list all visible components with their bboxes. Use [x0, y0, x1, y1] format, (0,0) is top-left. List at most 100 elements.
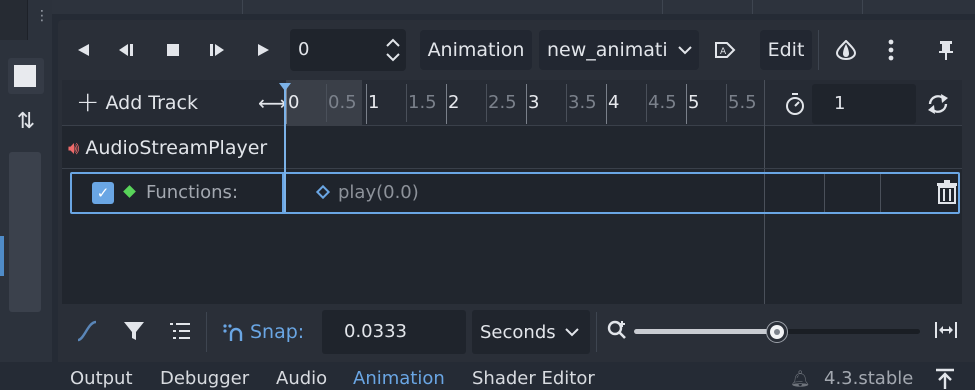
remove-track-icon[interactable] [936, 180, 958, 209]
pin-icon [939, 41, 953, 60]
expand-bottom-panel-icon[interactable] [934, 367, 956, 390]
toolbar-divider [596, 312, 597, 352]
spinner-arrows-icon [386, 38, 400, 62]
chevron-down-icon [564, 328, 579, 337]
track-enabled-checkbox[interactable]: ✓ [92, 182, 114, 204]
top-panel-strip [52, 0, 975, 14]
ruler-tick-line [526, 84, 527, 124]
animation-menu-button[interactable]: Animation [420, 30, 532, 70]
frame-spinner[interactable] [380, 29, 406, 71]
stop-icon [167, 44, 179, 56]
ruler-tick-label: 5.5 [728, 92, 757, 113]
snap-toggle[interactable]: Snap: [222, 314, 304, 350]
filter-icon[interactable] [122, 318, 146, 349]
ruler-tick-label: 2 [448, 92, 460, 113]
ruler-tick-line [566, 84, 567, 122]
ruler-tick-line [406, 84, 407, 122]
stop-button[interactable] [160, 30, 186, 70]
toolbar-divider [818, 30, 819, 70]
group-tracks-icon[interactable] [168, 318, 192, 349]
sort-icon[interactable]: ⇅ [8, 104, 44, 140]
more-options-button[interactable] [880, 30, 902, 70]
ruler-tick-line [606, 84, 607, 124]
top-strip-divider [662, 0, 663, 14]
kebab-menu-icon [888, 39, 894, 61]
ruler-tick-label: 1 [368, 92, 380, 113]
version-label: 4.3.stable [824, 368, 914, 389]
ruler-tick-label: 3.5 [568, 92, 597, 113]
ruler-tick-line [326, 84, 327, 122]
node-name: AudioStreamPlayer [85, 137, 268, 159]
play-backwards-from-end-button[interactable] [70, 30, 96, 70]
ruler-tick-line [486, 84, 487, 122]
add-track-button[interactable]: + Add Track [76, 80, 198, 126]
left-panel-edge-marker [0, 236, 4, 276]
ruler-tick-line [686, 84, 687, 124]
ruler-tick-label: 5 [688, 92, 700, 113]
snap-units-select[interactable]: Seconds [472, 310, 590, 354]
fit-to-panel-icon[interactable] [934, 318, 958, 347]
animation-select-value: new_animati [547, 39, 667, 61]
animation-select[interactable]: new_animati [539, 30, 699, 70]
track-name: Functions: [146, 182, 239, 203]
play-from-start-icon [210, 44, 224, 56]
tab-debugger[interactable]: Debugger [160, 368, 249, 389]
left-scrollbar[interactable] [9, 152, 41, 312]
snap-icon [223, 324, 243, 341]
current-frame-input[interactable]: 0 [290, 29, 380, 71]
bezier-curve-icon[interactable] [74, 318, 100, 349]
step-backwards-icon [119, 44, 133, 56]
plus-icon: + [76, 84, 100, 118]
tab-animation[interactable]: Animation [353, 368, 445, 389]
animation-length-input[interactable]: 1 [812, 84, 916, 124]
drag-grip-icon[interactable]: ⋮ [35, 9, 49, 38]
snap-label-text: Snap: [250, 321, 305, 343]
top-strip-divider [752, 0, 753, 14]
track-column-divider [764, 174, 765, 212]
top-strip-divider [242, 0, 243, 14]
toolbar-divider [206, 312, 207, 352]
ruler-tick-line [726, 84, 727, 122]
loop-icon[interactable] [926, 92, 950, 121]
notification-bell-icon[interactable]: 🔔︎ [790, 369, 810, 388]
top-strip-divider [862, 0, 863, 14]
zoom-slider-handle[interactable] [767, 322, 787, 342]
edit-menu-button[interactable]: Edit [760, 30, 812, 70]
pin-button[interactable] [934, 30, 958, 70]
stop-square-button[interactable] [8, 58, 44, 94]
tab-audio[interactable]: Audio [276, 368, 327, 389]
units-value: Seconds [480, 321, 556, 343]
onion-skinning-button[interactable] [832, 30, 860, 70]
add-track-label: Add Track [105, 92, 199, 114]
playhead-marker-icon[interactable] [279, 83, 291, 91]
play-backwards-icon [78, 44, 89, 56]
chevron-down-icon [678, 46, 692, 55]
zoom-icon [606, 318, 630, 347]
snap-step-input[interactable]: 0.0333 [322, 310, 466, 354]
onion-icon [836, 40, 856, 60]
svg-text:A: A [720, 47, 727, 57]
ruler-tick-label: 0.5 [328, 92, 357, 113]
autoplay-button[interactable]: A [710, 30, 740, 70]
play-backwards-button[interactable] [112, 30, 142, 70]
playhead[interactable] [284, 86, 286, 212]
ruler-tick-label: 3 [528, 92, 540, 113]
ruler-tick-label: 4 [608, 92, 620, 113]
play-button[interactable] [250, 30, 276, 70]
ruler-tick-label: 2.5 [488, 92, 517, 113]
audio-stream-player-node[interactable]: 🔊︎ AudioStreamPlayer [68, 132, 267, 164]
ruler-tick-line [646, 84, 647, 122]
tab-shader-editor[interactable]: Shader Editor [472, 368, 595, 389]
left-dock-header [0, 0, 28, 40]
ruler-tick-label: 1.5 [408, 92, 437, 113]
zoom-slider-fill [634, 329, 777, 334]
stopwatch-icon [784, 92, 806, 121]
tab-output[interactable]: Output [70, 368, 133, 389]
ruler-tick-label: 4.5 [648, 92, 677, 113]
square-icon [14, 65, 36, 87]
play-from-start-button[interactable] [202, 30, 232, 70]
play-icon [258, 44, 269, 56]
autoplay-icon: A [715, 42, 736, 58]
track-column-divider [880, 174, 881, 212]
ruler-tick-line [366, 84, 367, 124]
